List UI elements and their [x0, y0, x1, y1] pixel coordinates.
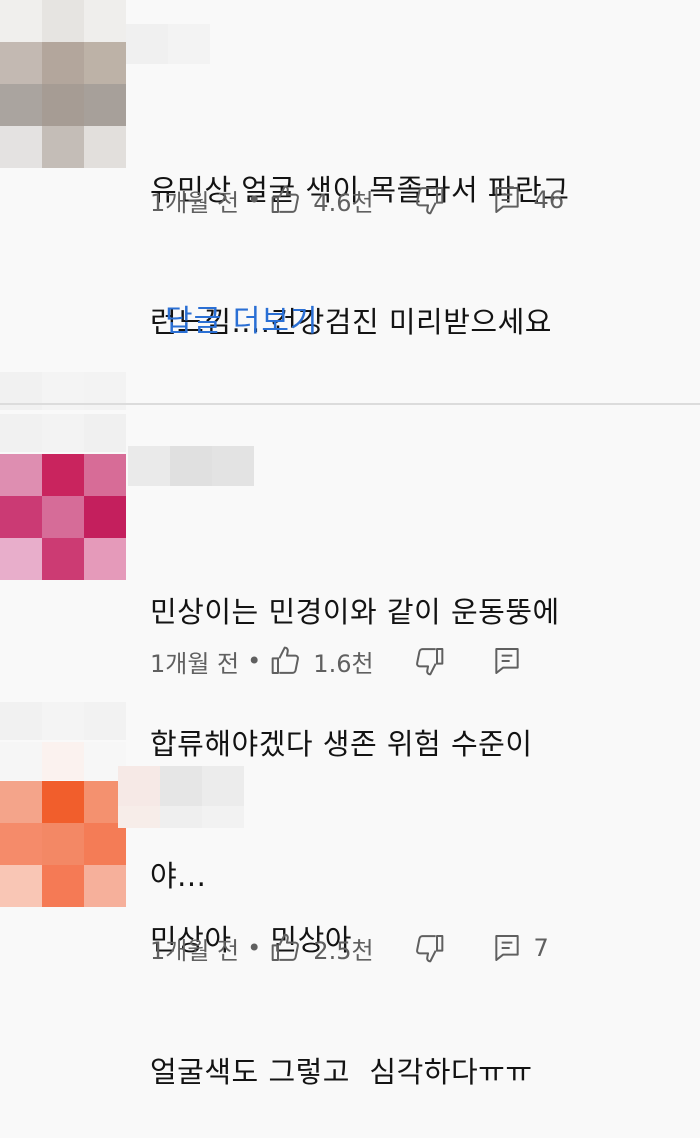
avatar-pixel	[42, 781, 84, 823]
thumbs-up-icon[interactable]	[269, 645, 303, 677]
avatar-pixel	[84, 454, 126, 496]
blurred-strip	[0, 702, 126, 740]
reply-count: 46	[533, 186, 565, 214]
more-replies-button[interactable]: 답글 더보기	[165, 296, 319, 340]
comment-actions: 1개월 전 • 4.6천 46	[150, 182, 564, 218]
thumbs-up-icon[interactable]	[269, 184, 303, 216]
comment-time[interactable]: 1개월 전	[150, 183, 239, 218]
comment-line: 민상이는 민경이와 같이 운동뚱에	[150, 595, 560, 629]
like-count: 2.5천	[313, 936, 374, 965]
avatar-pixel	[42, 126, 84, 168]
reply-count: 7	[533, 934, 549, 962]
avatar-pixel	[42, 538, 84, 580]
avatar-pixel	[0, 454, 42, 496]
avatar-pixel	[84, 538, 126, 580]
thumbs-down-icon[interactable]	[412, 645, 446, 677]
avatar-pixel	[42, 496, 84, 538]
like-count: 1.6천	[313, 649, 374, 678]
username-blurred[interactable]	[126, 24, 210, 64]
comment-actions: 1개월 전 • 1.6천	[150, 643, 524, 679]
avatar[interactable]	[0, 781, 126, 907]
like-count: 4.6천	[313, 188, 374, 217]
comment-text: 유민상 얼굴 색이 목졸라서 파란그 런느낌....건강검진 미리받으세요	[150, 80, 569, 388]
avatar-pixel	[42, 823, 84, 865]
avatar-pixel	[42, 865, 84, 907]
avatar-pixel	[84, 865, 126, 907]
thumbs-up-icon[interactable]	[269, 932, 303, 964]
avatar-pixel	[42, 454, 84, 496]
avatar-pixel	[84, 84, 126, 126]
avatar[interactable]	[0, 42, 126, 168]
avatar-pixel	[0, 538, 42, 580]
avatar-pixel	[0, 42, 42, 84]
thumbs-down-icon[interactable]	[412, 184, 446, 216]
separator-dot: •	[247, 934, 262, 962]
avatar-pixel	[42, 84, 84, 126]
avatar-pixel	[84, 42, 126, 84]
thumbs-down-icon[interactable]	[412, 932, 446, 964]
avatar-pixel	[42, 42, 84, 84]
avatar-pixel	[0, 781, 42, 823]
username-blurred[interactable]	[118, 766, 244, 806]
reply-icon[interactable]	[490, 184, 524, 216]
avatar-pixel	[0, 84, 42, 126]
avatar[interactable]	[0, 454, 126, 580]
divider	[0, 403, 700, 405]
avatar-pixel	[84, 823, 126, 865]
separator-dot: •	[247, 186, 262, 214]
avatar-pixel	[84, 496, 126, 538]
blurred-strip	[0, 742, 126, 780]
avatar-pixel	[0, 865, 42, 907]
comment-actions: 1개월 전 • 2.5천 7	[150, 930, 549, 966]
reply-icon[interactable]	[490, 932, 524, 964]
comment-line: 합류해야겠다 생존 위험 수준이	[150, 727, 533, 761]
comment-time[interactable]: 1개월 전	[150, 931, 239, 966]
avatar-pixel	[84, 126, 126, 168]
comment-time[interactable]: 1개월 전	[150, 644, 239, 679]
username-blurred	[118, 806, 244, 828]
reply-icon[interactable]	[490, 645, 524, 677]
avatar-pixel	[0, 823, 42, 865]
comment-text: 민상아 민상아 얼굴색도 그렇고 심각하다ㅠㅠ	[150, 830, 533, 1138]
avatar-pixel	[0, 496, 42, 538]
comment-line: 얼굴색도 그렇고 심각하다ㅠㅠ	[150, 1055, 533, 1089]
username-blurred[interactable]	[128, 446, 254, 486]
separator-dot: •	[247, 647, 262, 675]
avatar-pixel	[0, 126, 42, 168]
blurred-strip	[0, 414, 126, 452]
